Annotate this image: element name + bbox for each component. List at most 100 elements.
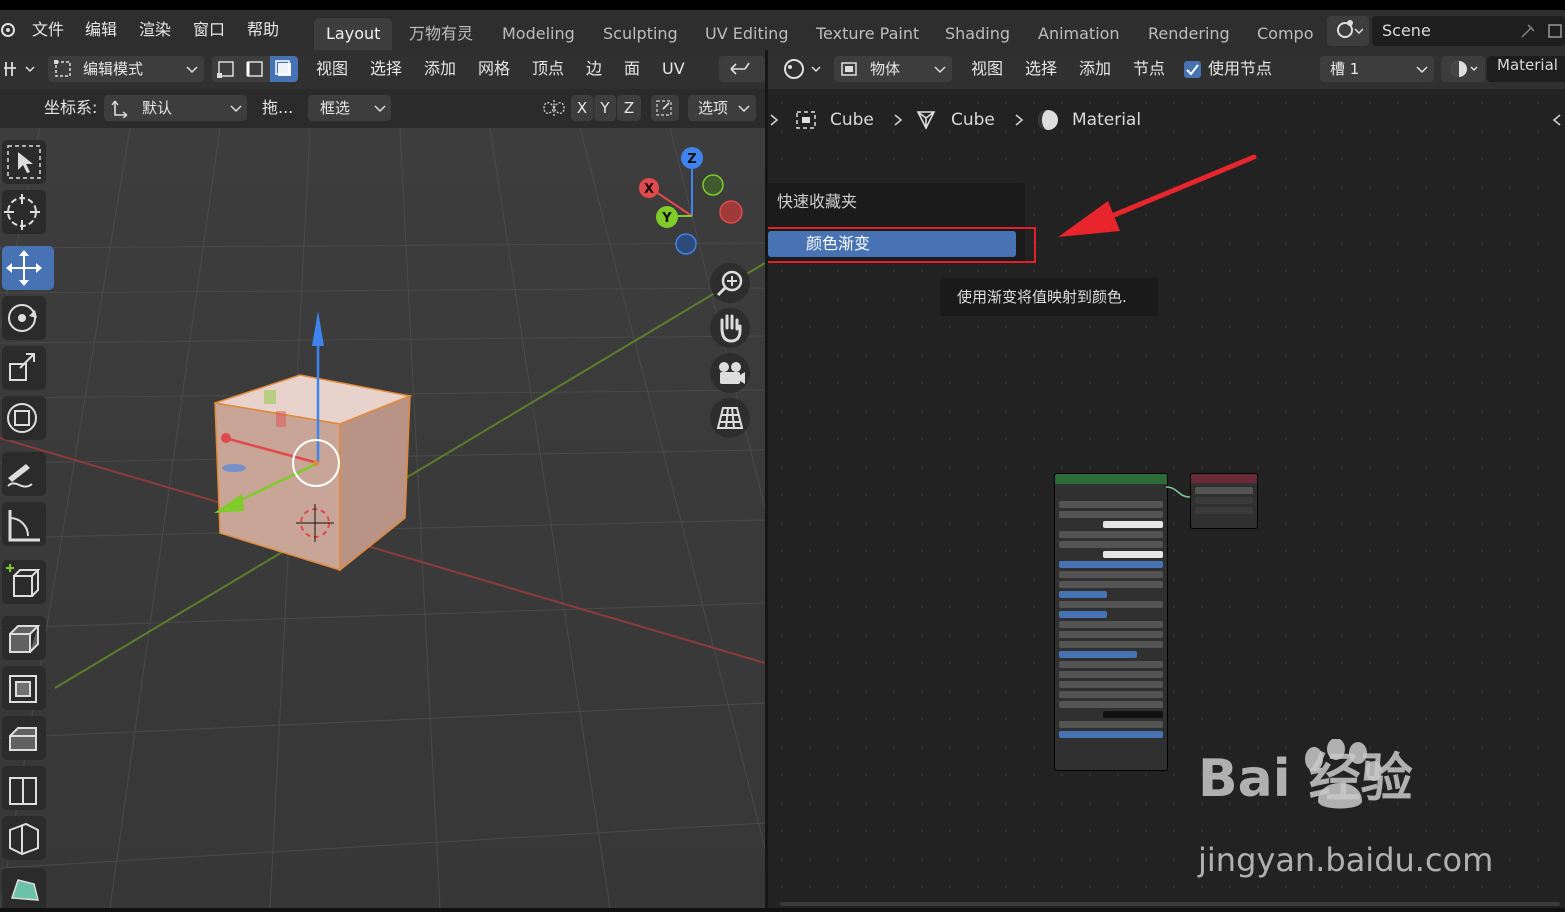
tool-inset[interactable] (2, 666, 46, 710)
blender-logo-icon[interactable] (0, 22, 16, 38)
tool-bevel[interactable] (2, 716, 46, 760)
tab-compositing[interactable]: Compo (1245, 18, 1326, 50)
node-editor-canvas[interactable]: Cube Cube Material 快速收藏夹 颜色渐变 使用渐变将值映射到颜… (768, 89, 1565, 908)
node-menu-add[interactable]: 添加 (1079, 56, 1111, 82)
tool-annotate[interactable] (2, 452, 46, 496)
menu-render[interactable]: 渲染 (139, 10, 171, 50)
node-editor-type-button[interactable] (780, 56, 824, 82)
camera-icon (719, 362, 745, 384)
tool-poly-build[interactable] (2, 868, 46, 908)
menu-file[interactable]: 文件 (32, 10, 64, 50)
tool-add-cube[interactable] (2, 560, 46, 604)
tool-select-box[interactable] (2, 140, 46, 184)
select-mode-group (212, 56, 298, 82)
camera-view-button[interactable] (710, 353, 750, 393)
slot-dropdown[interactable]: 槽 1 (1320, 56, 1434, 82)
chevron-down-icon (1416, 66, 1428, 74)
material-output-node[interactable] (1190, 473, 1258, 529)
scene-selector-button[interactable] (1327, 16, 1369, 46)
viewport-menu-view[interactable]: 视图 (316, 56, 348, 82)
breadcrumb-material: Material (1072, 110, 1142, 130)
shader-type-label: 物体 (870, 60, 901, 78)
axis-x-toggle[interactable]: X (571, 95, 593, 121)
scene-name-field[interactable]: Scene (1372, 16, 1565, 46)
tool-scale[interactable] (2, 346, 46, 390)
tool-measure[interactable] (2, 502, 46, 546)
box-select-dropdown[interactable]: 框选 (308, 95, 391, 121)
node-menu-node[interactable]: 节点 (1133, 56, 1165, 82)
principled-bsdf-node[interactable] (1054, 473, 1168, 771)
tab-layout[interactable]: Layout (314, 18, 393, 50)
transform-orientation-button[interactable] (719, 56, 765, 82)
tool-extrude[interactable] (2, 616, 46, 660)
axis-y-toggle[interactable]: Y (594, 95, 616, 121)
butterfly-icon (543, 100, 565, 116)
horizontal-scrollbar[interactable] (780, 902, 1560, 906)
options-dropdown[interactable]: 选项 (688, 95, 756, 121)
use-nodes-label: 使用节点 (1208, 59, 1273, 78)
face-select-button[interactable] (270, 56, 298, 82)
material-name-field[interactable]: Material (1487, 56, 1565, 82)
tool-rotate[interactable] (2, 296, 46, 340)
tool-knife[interactable] (2, 816, 46, 860)
tool-move[interactable] (2, 246, 54, 290)
use-nodes-checkbox[interactable] (1184, 61, 1201, 78)
edge-select-icon (246, 61, 263, 77)
viewport-menu-add[interactable]: 添加 (424, 56, 456, 82)
zoom-in-icon (716, 270, 743, 297)
edge-select-button[interactable] (241, 56, 269, 82)
menu-help[interactable]: 帮助 (247, 10, 279, 50)
viewport-menu-vertex[interactable]: 顶点 (532, 56, 564, 82)
editor-type-button[interactable] (2, 56, 38, 82)
tab-texture-paint[interactable]: Texture Paint (804, 18, 931, 50)
breadcrumb-mesh: Cube (951, 110, 995, 130)
tooltip: 使用渐变将值映射到颜色. (940, 278, 1158, 316)
viewport-menu-select[interactable]: 选择 (370, 56, 402, 82)
tab-shading[interactable]: Shading (933, 18, 1022, 50)
inset-icon (9, 675, 37, 703)
mirror-toggle[interactable] (540, 95, 568, 121)
tab-animation[interactable]: Animation (1026, 18, 1132, 50)
tool-cursor[interactable] (2, 190, 46, 234)
perspective-toggle[interactable] (710, 398, 750, 438)
quick-favorites-title: 快速收藏夹 (777, 192, 858, 211)
menu-window[interactable]: 窗口 (193, 10, 225, 50)
mode-dropdown[interactable]: 编辑模式 (48, 56, 204, 82)
move-icon (6, 250, 42, 286)
node-menu-select[interactable]: 选择 (1025, 56, 1057, 82)
navigation-gizmo[interactable]: Z X Y (630, 140, 750, 270)
sidebar-toggle-icon[interactable] (768, 113, 780, 127)
menu-edit[interactable]: 编辑 (85, 10, 117, 50)
box-select-label: 框选 (320, 99, 351, 117)
tab-uv-editing[interactable]: UV Editing (693, 18, 800, 50)
zoom-button[interactable] (710, 263, 750, 303)
hand-icon (720, 314, 742, 343)
mesh-data-icon (916, 111, 936, 130)
axis-z-toggle[interactable]: Z (617, 95, 641, 121)
viewport-menu-mesh[interactable]: 网格 (478, 56, 510, 82)
pan-button[interactable] (710, 308, 750, 348)
pin-icon[interactable] (1518, 21, 1538, 41)
3d-viewport[interactable]: Z X Y (0, 128, 765, 908)
snap-toggle[interactable] (651, 95, 679, 121)
material-browse-button[interactable] (1441, 56, 1485, 82)
tab-wanwu[interactable]: 万物有灵 (397, 18, 485, 50)
grid-icon (716, 407, 744, 429)
vertex-select-button[interactable] (212, 56, 240, 82)
knife-icon (9, 822, 39, 856)
tab-rendering[interactable]: Rendering (1136, 18, 1242, 50)
tool-loop-cut[interactable] (2, 766, 46, 810)
tool-transform[interactable] (2, 396, 46, 440)
viewport-menu-edge[interactable]: 边 (586, 56, 602, 82)
coord-system-dropdown[interactable]: 默认 (104, 95, 247, 121)
node-menu-view[interactable]: 视图 (971, 56, 1003, 82)
chevron-left-icon[interactable] (1551, 113, 1563, 127)
viewport-menu-face[interactable]: 面 (624, 56, 640, 82)
status-bar (0, 908, 1565, 912)
viewport-menu-uv[interactable]: UV (662, 56, 685, 82)
bevel-icon (9, 727, 37, 751)
new-scene-icon[interactable] (1547, 23, 1563, 39)
tab-sculpting[interactable]: Sculpting (591, 18, 690, 50)
shader-type-dropdown[interactable]: 物体 (834, 56, 952, 82)
tab-modeling[interactable]: Modeling (490, 18, 587, 50)
